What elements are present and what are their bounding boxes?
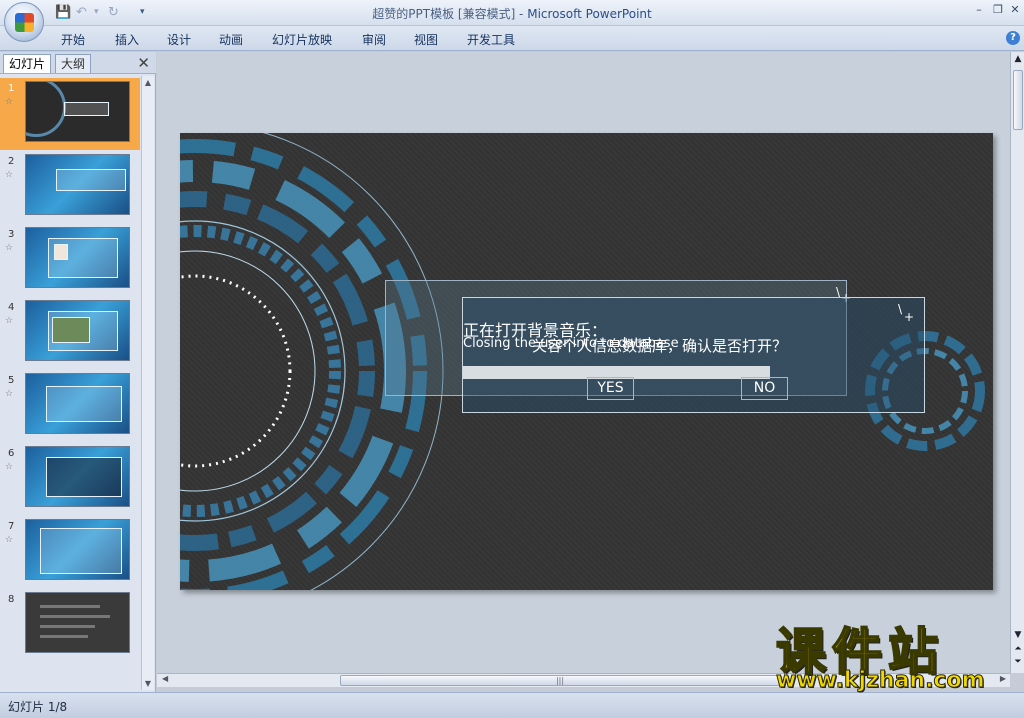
office-logo-icon [15,13,34,32]
tab-review[interactable]: 审阅 [362,31,386,48]
slide-thumbnail-7[interactable]: 7 ☆ [0,516,140,588]
minimize-button[interactable]: – [971,3,987,17]
tab-outline[interactable]: 大纲 [55,54,92,73]
slide-preview [25,154,130,215]
next-slide-icon[interactable]: ⏷ [1012,657,1024,667]
slide-thumbnail-5[interactable]: 5 ☆ [0,370,140,442]
dialog-message-cn: 关容个人信息数据库，确认是否打开？ [532,337,788,355]
slide-preview [25,446,130,507]
yes-button[interactable]: YES [587,377,634,400]
app-name: Microsoft PowerPoint [527,7,652,21]
scroll-up-icon[interactable]: ▲ [142,78,154,87]
transition-star-icon: ☆ [5,389,14,399]
tab-developer[interactable]: 开发工具 [467,31,515,48]
slide-thumbnail-6[interactable]: 6 ☆ [0,443,140,515]
slide-preview [25,373,130,434]
scroll-left-icon[interactable]: ◀ [162,674,168,683]
vertical-scrollbar[interactable]: ▲ ▼ ⏶ ⏷ [1010,52,1024,673]
slide-thumbnail-8[interactable]: 8 [0,589,140,661]
ribbon-tabs: 开始 插入 设计 动画 幻灯片放映 审阅 视图 开发工具 ? [0,26,1024,51]
slide-number: 8 [8,594,15,605]
thumbnail-scrollbar[interactable]: ▲ ▼ [141,76,154,690]
slide-thumbnail-2[interactable]: 2 ☆ [0,151,140,223]
transition-star-icon: ☆ [5,170,14,180]
document-title: 超赞的PPT模板 [兼容模式] - [372,7,528,21]
scroll-thumb[interactable]: ||| [340,675,780,686]
transition-star-icon: ☆ [5,535,14,545]
plus-icon: + [903,310,914,324]
slide-number: 3 [8,229,15,240]
window-title: 超赞的PPT模板 [兼容模式] - Microsoft PowerPoint [0,5,1024,22]
slide-thumbnail-3[interactable]: 3 ☆ [0,224,140,296]
panel-close-icon[interactable]: ✕ [137,54,150,72]
current-slide[interactable]: \ + \ + 正在打开背景音乐： Closing the user info … [180,133,993,590]
tab-slideshow[interactable]: 幻灯片放映 [272,31,332,48]
status-bar: 幻灯片 1/8 [0,692,1024,718]
scroll-down-icon[interactable]: ▼ [142,679,154,688]
slide-number: 4 [8,302,15,313]
watermark-url: www.kjzhan.com [776,668,986,694]
help-icon[interactable]: ? [1006,31,1020,45]
tab-slides[interactable]: 幻灯片 [3,54,52,73]
slide-preview [25,592,130,653]
scroll-thumb[interactable] [1013,70,1023,130]
slide-number: 7 [8,521,15,532]
previous-slide-icon[interactable]: ⏶ [1012,644,1024,654]
slide-position: 幻灯片 1/8 [8,700,68,714]
panel-tabs: 幻灯片 大纲 ✕ [0,52,156,74]
slide-number: 6 [8,448,15,459]
transition-star-icon: ☆ [5,243,14,253]
tab-view[interactable]: 视图 [414,31,438,48]
title-bar: 💾 ↶ ▾ ↻ ▾ 超赞的PPT模板 [兼容模式] - Microsoft Po… [0,0,1024,26]
slide-preview [25,81,130,142]
tab-animations[interactable]: 动画 [219,31,243,48]
thumbnail-list: 1 ☆ 2 ☆ 3 ☆ 4 ☆ 5 ☆ 6 ☆ 7 ☆ 8 [0,76,140,690]
slide-preview [25,519,130,580]
tab-home[interactable]: 开始 [61,31,85,48]
slide-preview [25,300,130,361]
no-button[interactable]: NO [741,377,788,400]
scroll-up-icon[interactable]: ▲ [1012,54,1024,64]
restore-button[interactable]: ❐ [990,3,1006,17]
slide-thumbnail-4[interactable]: 4 ☆ [0,297,140,369]
scroll-down-icon[interactable]: ▼ [1012,630,1024,640]
tab-insert[interactable]: 插入 [115,31,139,48]
slide-number: 5 [8,375,15,386]
plus-icon: \ [897,302,902,316]
tab-design[interactable]: 设计 [167,31,191,48]
transition-star-icon: ☆ [5,97,14,107]
slide-number: 2 [8,156,15,167]
slide-number: 1 [8,83,15,94]
slides-panel: 幻灯片 大纲 ✕ 1 ☆ 2 ☆ 3 ☆ 4 ☆ 5 ☆ 6 ☆ 7 ☆ 8 ▲… [0,52,156,692]
slide-editing-area: \ + \ + 正在打开背景音乐： Closing the user info … [157,52,1010,673]
office-button[interactable] [4,2,44,42]
transition-star-icon: ☆ [5,316,14,326]
transition-star-icon: ☆ [5,462,14,472]
scroll-right-icon[interactable]: ▶ [1000,674,1006,683]
close-button[interactable]: ✕ [1007,3,1023,17]
slide-preview [25,227,130,288]
slide-thumbnail-1[interactable]: 1 ☆ [0,78,140,150]
